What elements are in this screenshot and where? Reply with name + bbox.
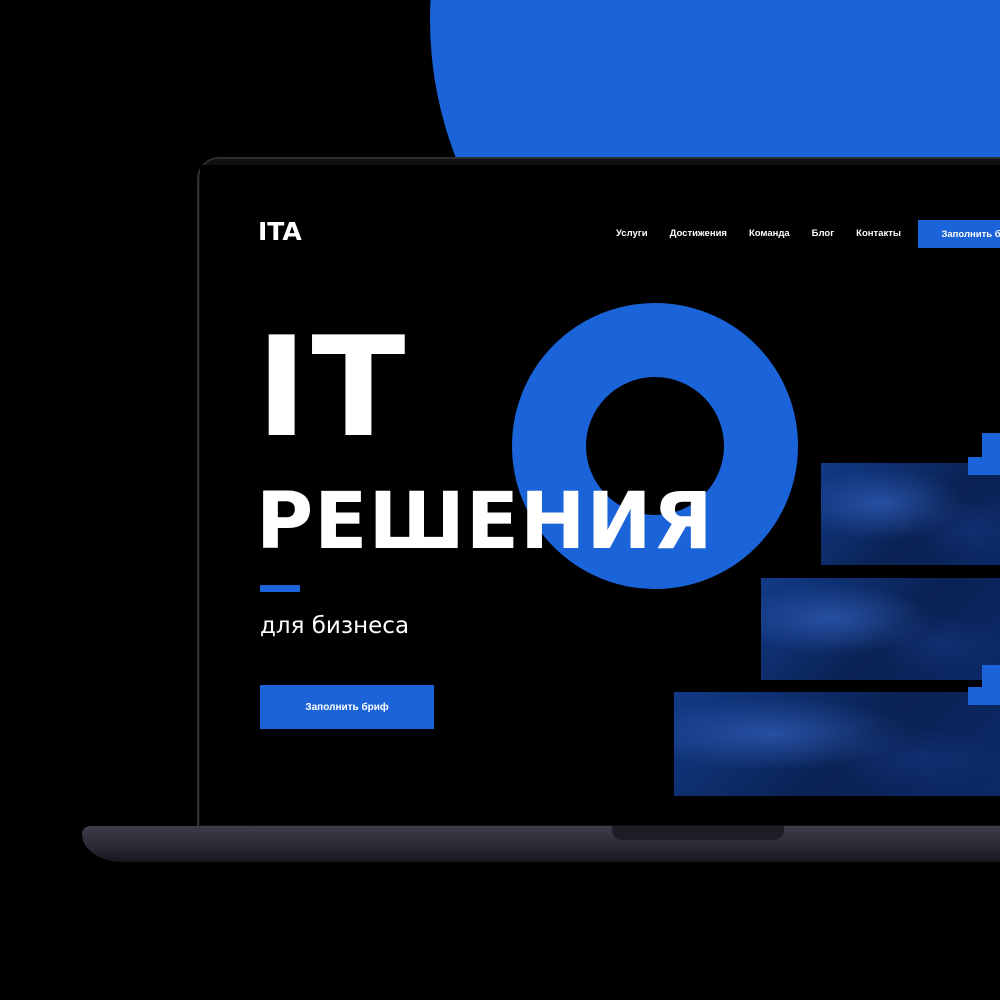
nav-item-achievements[interactable]: Достижения [670, 227, 727, 241]
logo-text: ITA [258, 217, 302, 246]
hero-title-line2: РЕШЕНИЯ [256, 477, 714, 567]
nav-item-team[interactable]: Команда [749, 227, 790, 241]
nav-item-contacts[interactable]: Контакты [856, 227, 901, 241]
mockup-stage: ITA Услуги Достижения Команда Блог Конта… [0, 0, 1000, 1000]
nav-item-blog[interactable]: Блог [812, 227, 835, 241]
plus-decoration-top-v [982, 433, 1000, 473]
nav-item-services[interactable]: Услуги [616, 227, 648, 241]
plus-decoration-bottom-v [982, 665, 1000, 705]
header-brief-button[interactable]: Заполнить бриф [918, 220, 1000, 248]
hero-accent-dash [260, 585, 300, 592]
hero-brief-button[interactable]: Заполнить бриф [260, 685, 434, 729]
hero-title-line1: IT [256, 307, 410, 468]
hero-photo-1 [821, 463, 1000, 565]
site-logo[interactable]: ITA [258, 217, 302, 247]
laptop-base [82, 826, 1000, 862]
hero-photo-3 [674, 692, 1000, 796]
hero-subtitle: для бизнеса [260, 613, 410, 639]
hero-photo-2 [761, 578, 1000, 680]
laptop-notch [612, 826, 784, 840]
website-screen: ITA Услуги Достижения Команда Блог Конта… [200, 165, 1000, 825]
main-nav: Услуги Достижения Команда Блог Контакты [616, 227, 923, 241]
